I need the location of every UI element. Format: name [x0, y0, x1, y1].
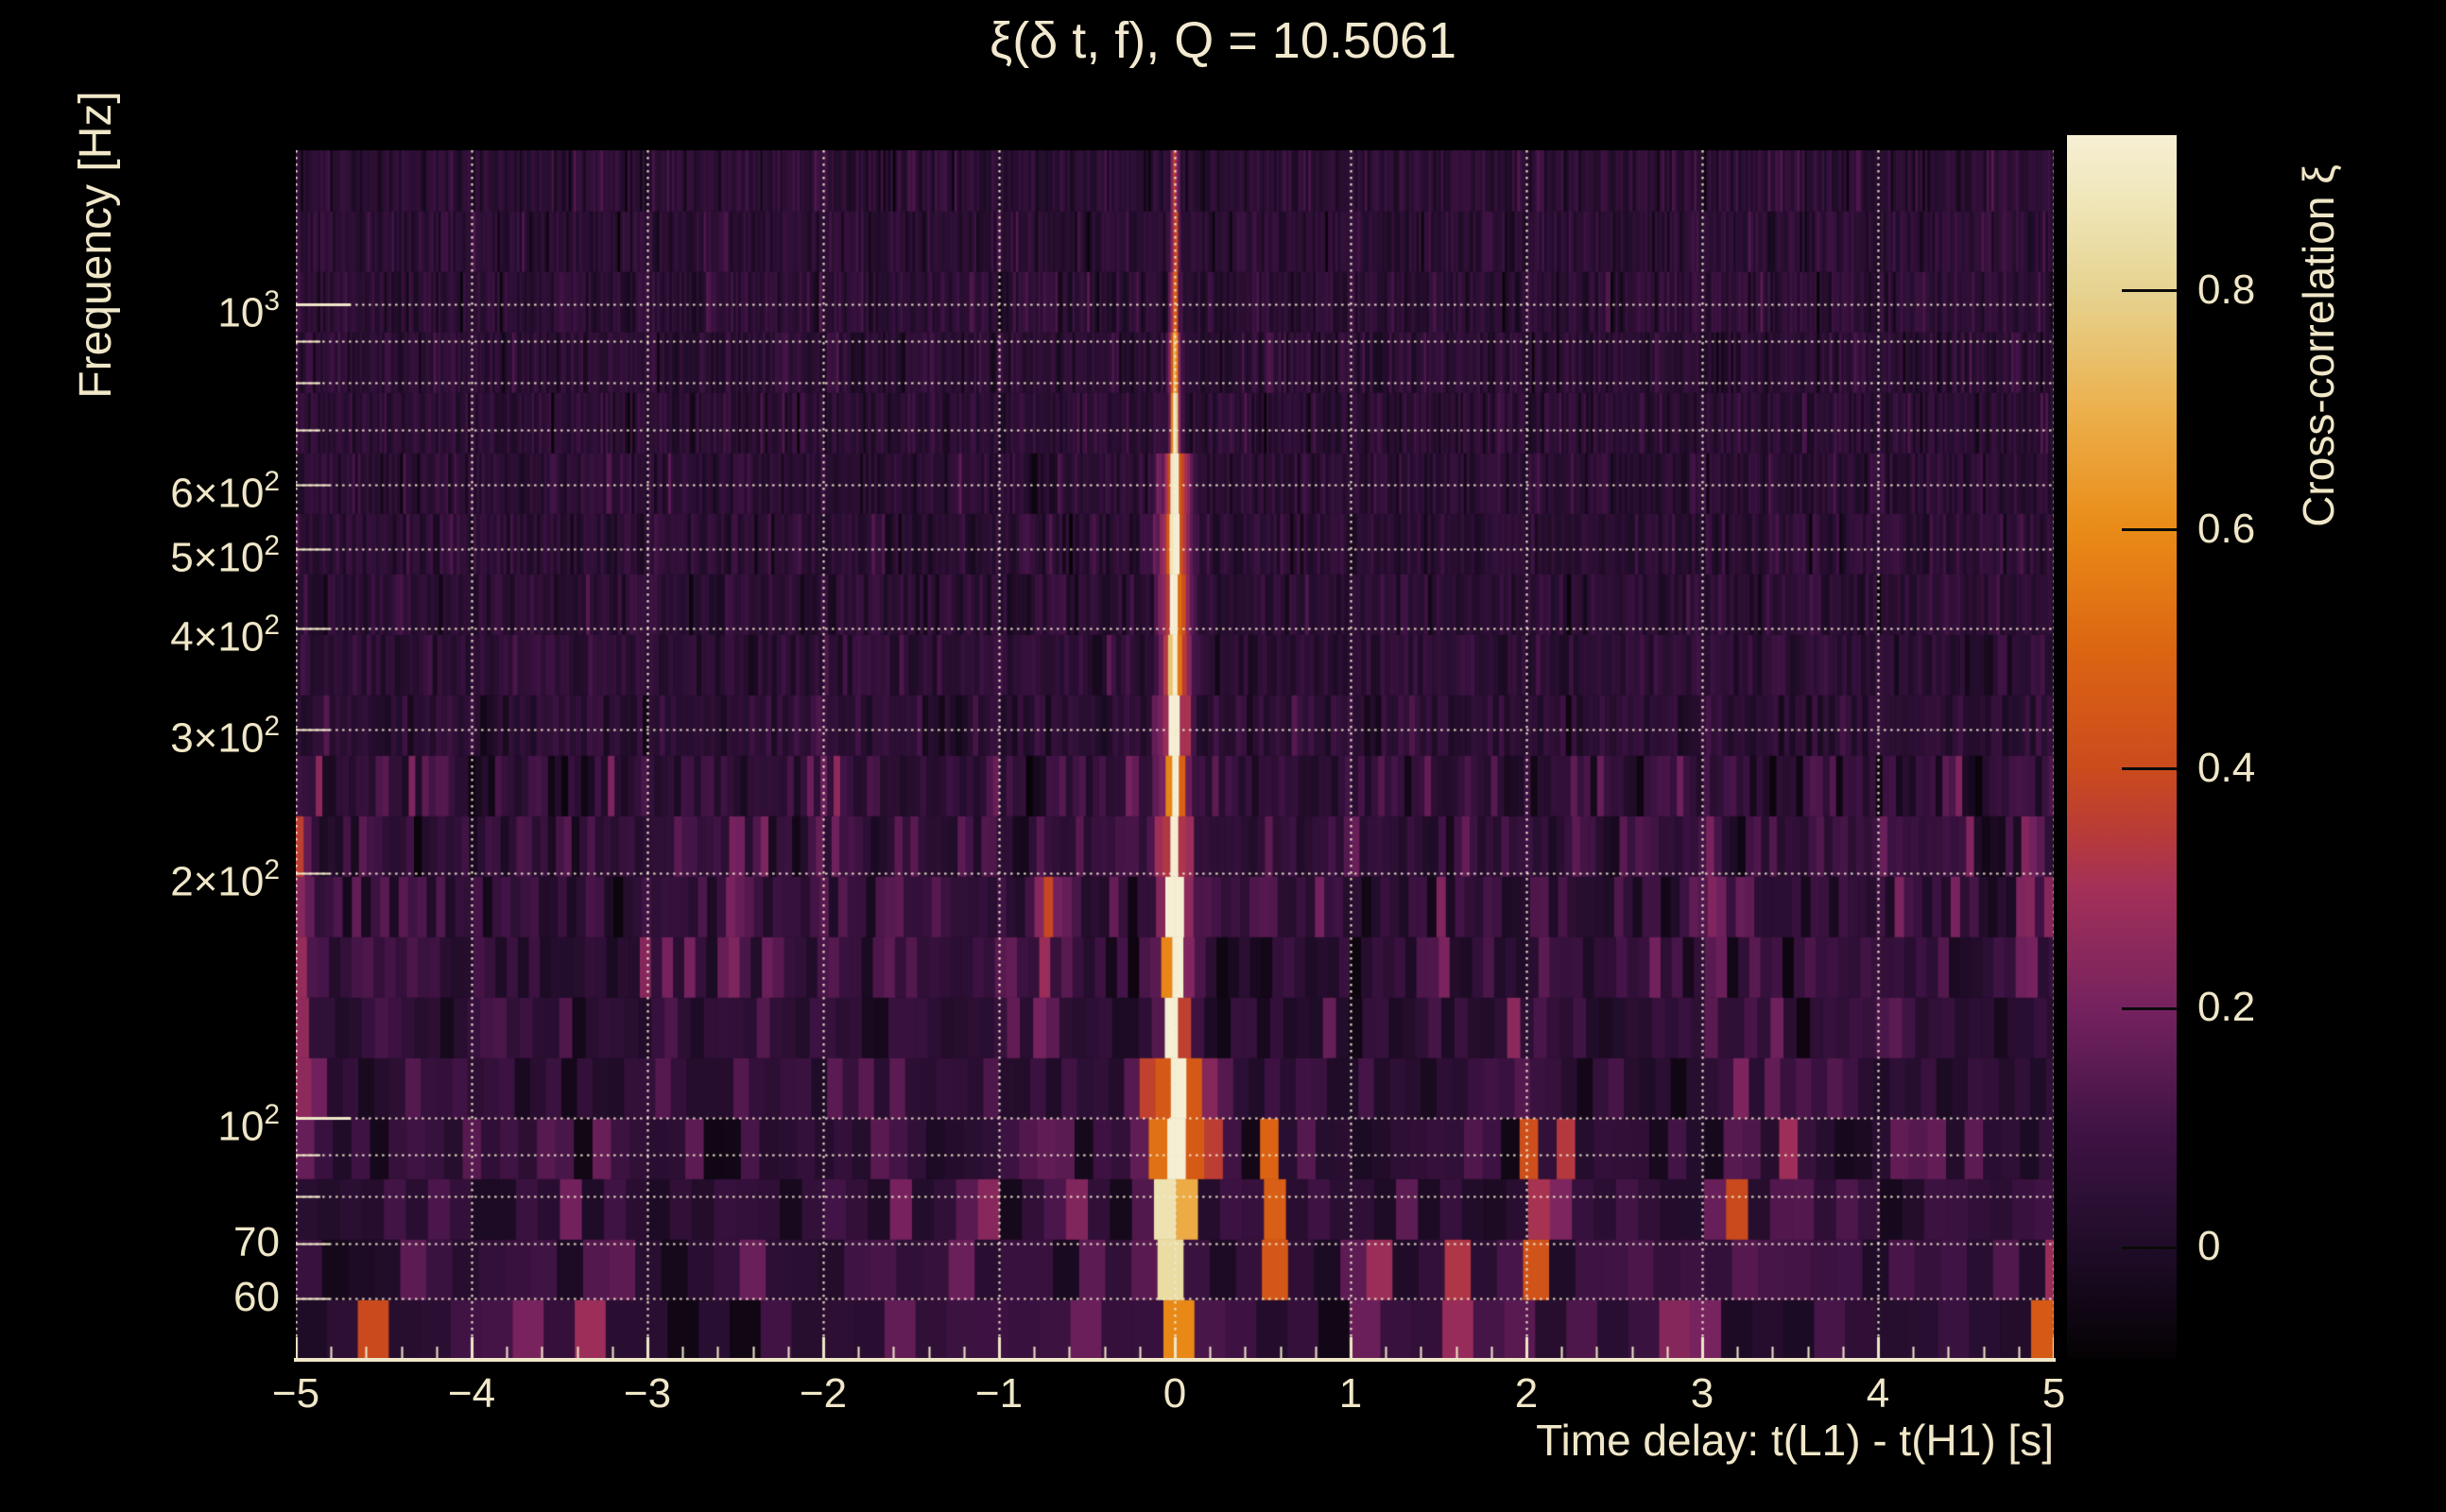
x-tick-label: 4: [1866, 1370, 1890, 1417]
colorbar-tick-mark: [2122, 289, 2177, 293]
figure-root: ξ(δ t, f), Q = 10.5061 Frequency [Hz] −5…: [0, 0, 2446, 1512]
y-tick-label: 3×102: [170, 711, 280, 762]
colorbar-tick-mark: [2122, 1006, 2177, 1010]
x-axis-title: Time delay: t(L1) - t(H1) [s]: [1536, 1416, 2054, 1465]
x-tick-label: −1: [974, 1370, 1024, 1417]
x-tick-label: 0: [1163, 1370, 1187, 1417]
colorbar-tick-mark: [2122, 528, 2177, 532]
x-tick-label: −4: [447, 1370, 496, 1417]
colorbar-tick-label: 0.6: [2197, 505, 2256, 552]
colorbar-tick-mark: [2122, 767, 2177, 771]
colorbar-tick-label: 0: [2197, 1223, 2221, 1270]
x-tick-label: 5: [2041, 1370, 2066, 1417]
y-tick-label: 103: [217, 285, 280, 336]
colorbar-tick-label: 0.2: [2197, 984, 2256, 1031]
y-tick-label: 60: [233, 1274, 280, 1320]
x-tick-label: −3: [623, 1370, 672, 1417]
heatmap-canvas: [296, 150, 2054, 1360]
y-tick-label: 6×102: [170, 466, 280, 517]
y-tick-label: 2×102: [170, 853, 280, 905]
x-tick-label: −5: [271, 1370, 320, 1417]
colorbar-title: Cross-correlation ξ: [2294, 164, 2343, 527]
x-tick-label: 2: [1514, 1370, 1539, 1417]
colorbar-tick-label: 0.8: [2197, 266, 2256, 313]
colorbar: [2067, 135, 2177, 1359]
x-tick-label: 3: [1690, 1370, 1714, 1417]
colorbar-tick-label: 0.4: [2197, 744, 2256, 791]
x-tick-label: 1: [1338, 1370, 1363, 1417]
y-tick-label: 102: [217, 1099, 280, 1150]
y-tick-label: 4×102: [170, 609, 280, 661]
colorbar-tick-mark: [2122, 1246, 2177, 1249]
y-axis-title: Frequency [Hz]: [71, 91, 121, 399]
y-tick-label: 5×102: [170, 530, 280, 581]
x-axis-line: [294, 1358, 2056, 1362]
y-tick-label: 70: [233, 1219, 280, 1266]
x-tick-label: −2: [799, 1370, 848, 1417]
page-title: ξ(δ t, f), Q = 10.5061: [990, 12, 1456, 69]
